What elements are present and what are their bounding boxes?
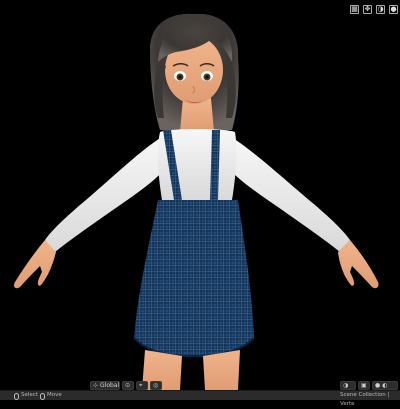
scene-collection-info: Scene Collection | Verte: [340, 391, 400, 409]
xray-icon: ▣: [361, 382, 367, 389]
render-shading-icon: ◐: [382, 382, 388, 389]
status-bar: Select Move Scene Collection | Verte: [0, 390, 400, 407]
3d-viewport[interactable]: ▦ ✥ ◑ ● ⊹ Global ⊙ ⌖ ◎ ◑ ▣ ● ◐: [0, 0, 400, 390]
solid-shading-icon: ●: [375, 382, 381, 389]
scene-collection-label: Scene Collection | Verte: [340, 392, 390, 407]
orientation-icon: ⊹: [93, 382, 99, 389]
pivot-icon: ⊙: [125, 382, 131, 389]
viewport-header: ⊹ Global ⊙ ⌖ ◎ ◑ ▣ ● ◐: [0, 380, 400, 390]
snap-icon: ⌖: [139, 382, 143, 389]
overlay-toggle-icon: ◑: [343, 382, 349, 389]
character-model: [13, 13, 379, 390]
mouse-left-icon: [14, 392, 19, 400]
snap-button[interactable]: ⌖: [136, 381, 148, 390]
orientation-label: Global: [100, 382, 120, 389]
shading-mode-buttons[interactable]: ● ◐: [372, 381, 398, 390]
overlay-toggle[interactable]: ◑: [340, 381, 356, 390]
mouse-middle-icon: [40, 392, 45, 400]
shading-icon[interactable]: ●: [389, 5, 398, 14]
overlay-icon[interactable]: ◑: [376, 5, 385, 14]
gizmo-icon[interactable]: ✥: [363, 5, 372, 14]
proportional-edit-icon: ◎: [153, 382, 159, 389]
proportional-edit-button[interactable]: ◎: [150, 381, 162, 390]
move-hint: Move: [40, 391, 62, 400]
pivot-point-button[interactable]: ⊙: [122, 381, 134, 390]
grid-icon[interactable]: ▦: [350, 5, 359, 14]
move-hint-label: Move: [47, 392, 62, 398]
select-hint-label: Select: [21, 392, 38, 398]
select-hint: Select: [14, 391, 38, 400]
viewport-top-icons: ▦ ✥ ◑ ●: [350, 5, 398, 14]
transform-orientation-dropdown[interactable]: ⊹ Global: [90, 381, 120, 390]
xray-toggle[interactable]: ▣: [358, 381, 370, 390]
